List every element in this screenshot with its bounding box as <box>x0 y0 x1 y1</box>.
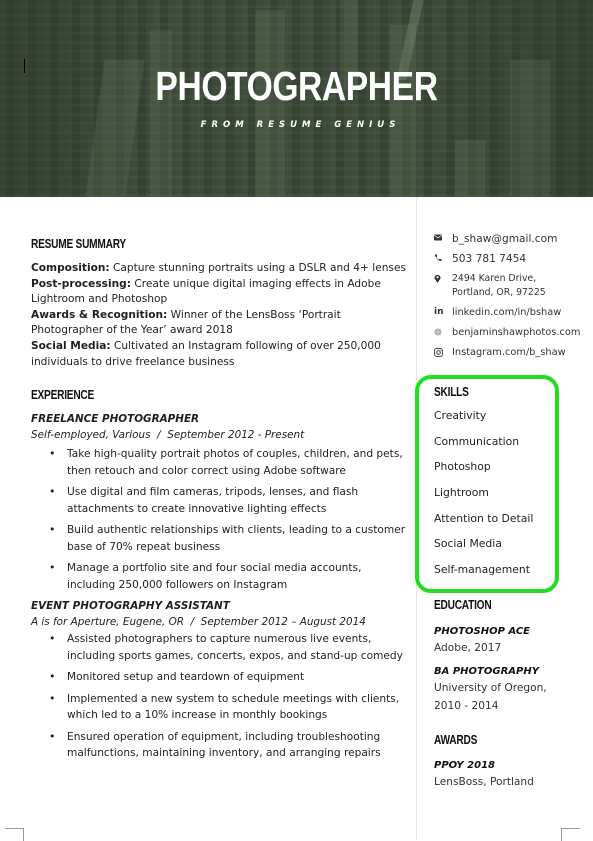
job-entry: EVENT PHOTOGRAPHY ASSISTANT A is for Ape… <box>31 598 411 761</box>
contact-email: b_shaw@gmail.com <box>434 232 584 246</box>
education-heading: EDUCATION <box>434 597 492 612</box>
summary-item: Awards & Recognition: Winner of the Lens… <box>31 308 411 339</box>
skills-section: SKILLS Creativity Communication Photosho… <box>434 384 564 589</box>
linkedin-link[interactable]: linkedin.com/in/bshaw <box>447 306 561 320</box>
skills-heading: SKILLS <box>434 384 469 399</box>
summary-item-label: Post-processing: <box>31 277 131 290</box>
phone-icon <box>434 252 447 262</box>
job-bullet: Take high-quality portrait photos of cou… <box>49 446 411 479</box>
map-pin-icon <box>434 272 447 283</box>
summary-item-label: Composition: <box>31 262 110 274</box>
skill-item: Attention to Detail <box>434 511 534 525</box>
summary-item: Post-processing: Create unique digital i… <box>31 277 411 308</box>
award-detail: LensBoss, Portland <box>434 776 534 788</box>
header-banner: PHOTOGRAPHER FROM RESUME GENIUS <box>0 0 593 197</box>
education-detail: University of Oregon, <box>434 682 547 694</box>
contact-phone: 503 781 7454 <box>434 252 584 266</box>
awards-section: AWARDS PPOY 2018 LensBoss, Portland <box>434 732 584 791</box>
education-title: BA PHOTOGRAPHY <box>434 666 539 677</box>
banner-building-shape <box>150 30 172 197</box>
document-title: PHOTOGRAPHER <box>155 63 438 109</box>
phone-number[interactable]: 503 781 7454 <box>447 252 526 266</box>
summary-section: Composition: Capture stunning portraits … <box>31 261 411 370</box>
job-bullets: Take high-quality portrait photos of cou… <box>31 446 411 593</box>
job-bullets: Assisted photographers to capture numero… <box>31 631 411 761</box>
job-bullet: Implemented a new system to schedule mee… <box>49 691 411 724</box>
banner-building-shape <box>455 140 485 197</box>
summary-item-label: Social Media: <box>31 339 111 352</box>
award-title: PPOY 2018 <box>434 760 495 771</box>
document-subtitle: FROM RESUME GENIUS <box>200 120 401 130</box>
contact-linkedin: in linkedin.com/in/bshaw <box>434 306 584 320</box>
job-entry: FREELANCE PHOTOGRAPHER Self-employed, Va… <box>31 411 411 593</box>
skill-item: Lightroom <box>434 486 489 500</box>
skill-item: Social Media <box>434 537 502 551</box>
contact-website: benjaminshawphotos.com <box>434 326 584 340</box>
job-bullet: Manage a portfolio site and four social … <box>49 560 411 593</box>
globe-icon <box>434 326 447 336</box>
summary-item: Social Media: Cultivated an Instagram fo… <box>31 339 411 370</box>
email-link[interactable]: b_shaw@gmail.com <box>447 232 557 246</box>
job-bullet: Use digital and film cameras, tripods, l… <box>49 484 411 517</box>
skill-item: Communication <box>434 434 520 448</box>
job-title: FREELANCE PHOTOGRAPHER <box>31 413 200 426</box>
job-bullet: Monitored setup and teardown of equipmen… <box>49 669 411 686</box>
instagram-link[interactable]: Instagram.com/b_shaw <box>447 346 566 360</box>
summary-item-text: Capture stunning portraits using a DSLR … <box>109 262 406 274</box>
job-meta: A is for Aperture, Eugene, OR / Septembe… <box>31 616 366 629</box>
address-line-1: 2494 Karen Drive, <box>452 273 537 284</box>
contact-instagram: Instagram.com/b_shaw <box>434 346 584 360</box>
skill-item: Photoshop <box>434 460 491 474</box>
education-title: PHOTOSHOP ACE <box>434 626 531 637</box>
main-column: RESUME SUMMARY Composition: Capture stun… <box>31 236 411 767</box>
skill-item: Self-management <box>434 563 530 577</box>
job-bullet: Assisted photographers to capture numero… <box>49 631 411 664</box>
address: 2494 Karen Drive, Portland, OR, 97225 <box>447 272 546 300</box>
education-detail: 2010 - 2014 <box>434 700 499 712</box>
job-meta: Self-employed, Various / September 2012 … <box>31 429 305 442</box>
envelope-icon <box>434 232 447 241</box>
job-title: EVENT PHOTOGRAPHY ASSISTANT <box>31 600 230 613</box>
page-corner-mark <box>5 828 24 841</box>
summary-heading: RESUME SUMMARY <box>31 236 126 251</box>
website-link[interactable]: benjaminshawphotos.com <box>447 326 580 340</box>
address-line-2: Portland, OR, 97225 <box>452 287 546 298</box>
summary-item: Composition: Capture stunning portraits … <box>31 261 411 277</box>
job-bullet: Build authentic relationships with clien… <box>49 522 411 555</box>
instagram-icon <box>434 346 447 357</box>
contact-section: b_shaw@gmail.com 503 781 7454 2494 Karen… <box>434 232 584 366</box>
text-cursor <box>24 59 25 73</box>
education-detail: Adobe, 2017 <box>434 642 502 654</box>
contact-address: 2494 Karen Drive, Portland, OR, 97225 <box>434 272 584 300</box>
awards-heading: AWARDS <box>434 732 478 747</box>
education-section: EDUCATION PHOTOSHOP ACE Adobe, 2017 BA P… <box>434 597 584 715</box>
experience-heading: EXPERIENCE <box>31 387 95 403</box>
job-bullet: Ensured operation of equipment, includin… <box>49 729 411 762</box>
skill-item: Creativity <box>434 409 487 422</box>
page-corner-mark <box>561 828 580 841</box>
linkedin-icon: in <box>434 307 444 317</box>
summary-item-label: Awards & Recognition: <box>31 308 168 321</box>
